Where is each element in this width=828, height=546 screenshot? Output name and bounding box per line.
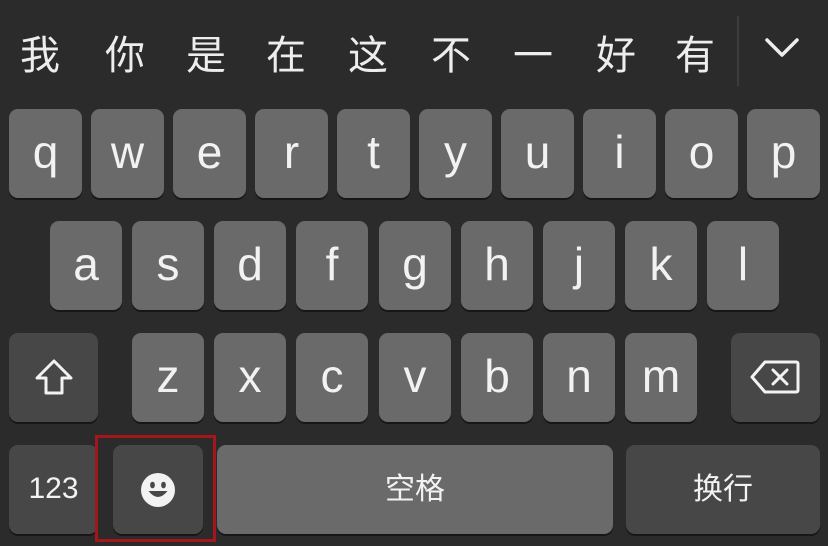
- key-label: m: [641, 350, 681, 402]
- key-label: s: [156, 238, 180, 290]
- key-label: n: [566, 350, 592, 402]
- key-b[interactable]: b: [461, 333, 533, 422]
- key-label: e: [196, 126, 223, 178]
- shift-arrow-icon: [35, 359, 73, 395]
- key-label: b: [484, 350, 510, 402]
- key-e[interactable]: e: [173, 109, 246, 198]
- key-x[interactable]: x: [214, 333, 286, 422]
- key-label: g: [402, 238, 428, 290]
- candidate-item[interactable]: 你: [95, 28, 155, 84]
- key-r[interactable]: r: [255, 109, 328, 198]
- key-label: z: [156, 350, 180, 402]
- key-t[interactable]: t: [337, 109, 410, 198]
- candidate-divider: [737, 16, 739, 86]
- key-i[interactable]: i: [583, 109, 656, 198]
- key-z[interactable]: z: [132, 333, 204, 422]
- key-label: h: [484, 238, 510, 290]
- key-label: a: [73, 238, 99, 290]
- key-q[interactable]: q: [9, 109, 82, 198]
- key-c[interactable]: c: [296, 333, 368, 422]
- chevron-down-icon: [765, 38, 799, 57]
- space-key-label: 空格: [385, 472, 445, 507]
- key-v[interactable]: v: [379, 333, 451, 422]
- key-label: t: [367, 126, 380, 178]
- key-label: u: [524, 126, 551, 178]
- key-label: i: [614, 126, 625, 178]
- key-label: x: [238, 350, 262, 402]
- key-o[interactable]: o: [665, 109, 738, 198]
- key-label: c: [320, 350, 344, 402]
- backspace-icon: [750, 360, 800, 394]
- key-p[interactable]: p: [747, 109, 820, 198]
- key-label: y: [444, 126, 467, 178]
- backspace-key[interactable]: [731, 333, 820, 422]
- key-label: p: [770, 126, 797, 178]
- highlight-box: [95, 435, 216, 542]
- shift-key[interactable]: [9, 333, 98, 422]
- key-u[interactable]: u: [501, 109, 574, 198]
- key-label: l: [737, 238, 749, 290]
- candidate-item[interactable]: 一: [503, 28, 563, 84]
- space-key[interactable]: 空格: [217, 445, 613, 534]
- key-label: f: [325, 238, 339, 290]
- candidate-item[interactable]: 有: [665, 28, 725, 84]
- key-n[interactable]: n: [543, 333, 615, 422]
- key-g[interactable]: g: [379, 221, 451, 310]
- candidate-item[interactable]: 在: [256, 28, 316, 84]
- numbers-key[interactable]: 123: [9, 445, 98, 534]
- key-k[interactable]: k: [625, 221, 697, 310]
- key-label: o: [688, 126, 715, 178]
- candidate-bar: 我 你 是 在 这 不 一 好 有: [0, 0, 828, 100]
- key-label: j: [573, 238, 585, 290]
- key-d[interactable]: d: [214, 221, 286, 310]
- key-l[interactable]: l: [707, 221, 779, 310]
- key-s[interactable]: s: [132, 221, 204, 310]
- key-m[interactable]: m: [625, 333, 697, 422]
- candidate-item[interactable]: 不: [421, 28, 481, 84]
- key-label: w: [110, 126, 145, 178]
- key-label: k: [649, 238, 673, 290]
- numbers-key-label: 123: [28, 472, 79, 505]
- key-w[interactable]: w: [91, 109, 164, 198]
- key-h[interactable]: h: [461, 221, 533, 310]
- key-f[interactable]: f: [296, 221, 368, 310]
- key-label: r: [283, 126, 300, 178]
- key-j[interactable]: j: [543, 221, 615, 310]
- key-label: v: [403, 350, 427, 402]
- candidate-item[interactable]: 是: [176, 28, 236, 84]
- key-label: q: [32, 126, 59, 178]
- return-key[interactable]: 换行: [626, 445, 820, 534]
- return-key-label: 换行: [693, 472, 753, 507]
- candidate-item[interactable]: 好: [586, 28, 646, 84]
- collapse-keyboard-button[interactable]: [752, 18, 812, 78]
- candidate-item[interactable]: 我: [10, 28, 70, 84]
- key-a[interactable]: a: [50, 221, 122, 310]
- candidate-item[interactable]: 这: [338, 28, 398, 84]
- key-label: d: [237, 238, 263, 290]
- key-y[interactable]: y: [419, 109, 492, 198]
